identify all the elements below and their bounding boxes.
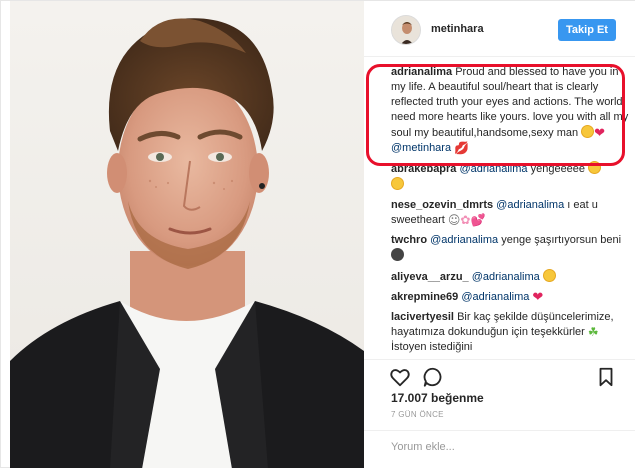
bookmark-icon[interactable] bbox=[595, 366, 617, 388]
comment-item: abrakebapra @adrianalima yengeeeee bbox=[391, 161, 631, 193]
comment-item: adrianalima Proud and blessed to have yo… bbox=[391, 65, 631, 156]
comment-username[interactable]: adrianalima bbox=[391, 66, 452, 78]
winking-tongue-emoji-icon bbox=[581, 125, 595, 138]
follow-button[interactable]: Takip Et bbox=[558, 19, 616, 41]
comment-mention[interactable]: @adrianalima bbox=[472, 271, 540, 283]
red-heart-emoji-icon: ❤ bbox=[594, 126, 606, 141]
post-photo[interactable] bbox=[10, 1, 364, 468]
comment-item: twchro @adrianalima yenge şaşırtıyorsun … bbox=[391, 233, 631, 264]
heart-eyes-emoji-icon bbox=[542, 269, 556, 282]
face-emoji-icon bbox=[391, 248, 404, 261]
smiling-face-emoji-icon bbox=[588, 161, 602, 174]
heart-outline-icon[interactable] bbox=[389, 366, 411, 388]
comment-mention[interactable]: @adrianalima bbox=[496, 199, 564, 211]
post-timestamp: 7 GÜN ÖNCE bbox=[391, 410, 444, 419]
comment-mention[interactable]: @adrianalima bbox=[461, 291, 529, 303]
comment-username[interactable]: nese_ozevin_dmrts bbox=[391, 199, 493, 211]
comment-item: aliyeva__arzu_ @adrianalima bbox=[391, 269, 631, 285]
comment-mention[interactable]: @adrianalima bbox=[460, 163, 528, 175]
red-heart-emoji-icon: ❤ bbox=[532, 290, 544, 305]
portrait-image bbox=[10, 1, 364, 468]
comment-item: nese_ozevin_dmrts @adrianalima ı eat u s… bbox=[391, 198, 631, 228]
comment-username[interactable]: lacivertyesil bbox=[391, 311, 454, 323]
comment-username[interactable]: akrepmine69 bbox=[391, 291, 458, 303]
avatar-image bbox=[392, 16, 420, 44]
add-comment-bar bbox=[364, 430, 635, 468]
post-header: metinhara Takip Et bbox=[364, 1, 635, 57]
instagram-post-window: metinhara Takip Et adrianalima Proud and… bbox=[0, 0, 635, 468]
comment-list: adrianalima Proud and blessed to have yo… bbox=[391, 65, 631, 360]
kiss-lips-emoji-icon: 💋 bbox=[454, 141, 470, 155]
like-count[interactable]: 17.007 beğenme bbox=[391, 391, 484, 405]
post-actions: 17.007 beğenme 7 GÜN ÖNCE bbox=[364, 359, 635, 468]
blossom-emoji-icon: ✿ bbox=[460, 213, 471, 227]
comment-item: akrepmine69 @adrianalima ❤ bbox=[391, 290, 631, 305]
four-leaf-clover-emoji-icon: ☘ bbox=[587, 325, 599, 339]
comment-username[interactable]: aliyeva__arzu_ bbox=[391, 271, 469, 283]
comment-username[interactable]: abrakebapra bbox=[391, 163, 456, 175]
ghost-emoji-icon: ☺ bbox=[447, 213, 461, 227]
comment-mention[interactable]: @metinhara bbox=[391, 142, 451, 154]
comment-text: yengeeeee bbox=[530, 163, 586, 175]
comment-input[interactable] bbox=[391, 441, 611, 453]
comment-text: yenge şaşırtıyorsun beni bbox=[501, 234, 622, 246]
speech-bubble-icon[interactable] bbox=[422, 366, 444, 388]
sparkling-heart-emoji-icon: 💕 bbox=[470, 213, 486, 227]
avatar[interactable] bbox=[391, 15, 421, 45]
post-sidebar: metinhara Takip Et adrianalima Proud and… bbox=[364, 1, 635, 468]
smiling-face-emoji-icon bbox=[391, 177, 404, 190]
comment-username[interactable]: twchro bbox=[391, 234, 427, 246]
comment-mention[interactable]: @adrianalima bbox=[430, 234, 498, 246]
post-username[interactable]: metinhara bbox=[431, 23, 484, 35]
